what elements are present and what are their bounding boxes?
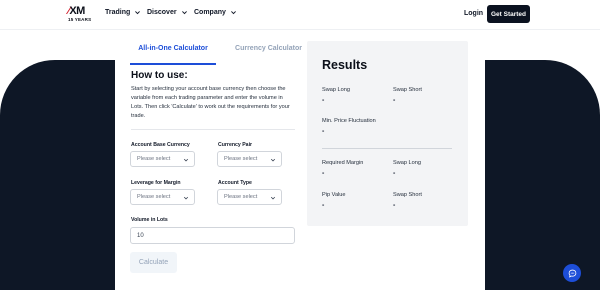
how-to-text: Start by selecting your account base cur… — [131, 86, 290, 119]
nav-discover[interactable]: Discover — [147, 9, 188, 16]
swap-long-value: - — [322, 97, 325, 104]
swap-long-label: Swap Long — [322, 87, 350, 93]
nav-trading-label: Trading — [105, 9, 131, 16]
divider — [131, 129, 295, 130]
required-margin-value: - — [322, 170, 325, 177]
xm-logo[interactable]: ⁄XM 15 YEARS — [68, 6, 98, 26]
swap-short-value: - — [393, 97, 396, 104]
swap-short-label: Swap Short — [393, 192, 422, 198]
account-base-currency-label: Account Base Currency — [131, 142, 190, 148]
site-header: ⁄XM 15 YEARS Trading Discover Company Lo… — [0, 0, 600, 30]
logo-subtitle: 15 YEARS — [68, 17, 92, 22]
nav-company[interactable]: Company — [194, 9, 237, 16]
leverage-for-margin-select[interactable]: Please select — [130, 189, 195, 205]
chat-button[interactable] — [563, 264, 581, 282]
get-started-button[interactable]: Get Started — [487, 5, 530, 23]
calculator-tabs: All-in-One Calculator Currency Calculato… — [130, 45, 302, 65]
swap-short-label: Swap Short — [393, 87, 422, 93]
account-type-select[interactable]: Please select — [217, 189, 282, 205]
leverage-for-margin-label: Leverage for Margin — [131, 180, 181, 186]
volume-in-lots-label: Volume in Lots — [131, 217, 168, 223]
login-link[interactable]: Login — [464, 10, 483, 17]
select-placeholder: Please select — [137, 194, 171, 200]
tab-all-in-one[interactable]: All-in-One Calculator — [130, 45, 216, 65]
how-to-title: How to use: — [131, 70, 188, 81]
chevron-down-icon — [230, 11, 236, 15]
volume-in-lots-input[interactable]: 10 — [130, 227, 295, 244]
chevron-down-icon — [183, 158, 189, 162]
account-type-label: Account Type — [218, 180, 252, 186]
tab-currency[interactable]: Currency Calculator — [216, 45, 321, 65]
account-base-currency-select[interactable]: Please select — [130, 151, 195, 167]
required-margin-label: Required Margin — [322, 160, 364, 166]
chevron-down-icon — [270, 158, 276, 162]
chevron-down-icon — [270, 196, 276, 200]
swap-short-value: - — [393, 202, 396, 209]
pip-value-label: Pip Value — [322, 192, 346, 198]
calculator-card: All-in-One Calculator Currency Calculato… — [115, 30, 485, 290]
nav-trading[interactable]: Trading — [105, 9, 141, 16]
chat-icon — [568, 269, 576, 278]
results-title: Results — [322, 58, 368, 72]
results-panel: Results Swap Long - Swap Short - Min. Pr… — [307, 41, 468, 226]
swap-long-value: - — [393, 170, 396, 177]
swap-long-label: Swap Long — [393, 160, 421, 166]
select-placeholder: Please select — [224, 194, 258, 200]
select-placeholder: Please select — [224, 156, 258, 162]
select-placeholder: Please select — [137, 156, 171, 162]
logo-mark: ⁄XM — [68, 5, 85, 17]
calculate-button[interactable]: Calculate — [130, 252, 177, 273]
currency-pair-label: Currency Pair — [218, 142, 253, 148]
nav-company-label: Company — [194, 9, 226, 16]
pip-value-value: - — [322, 202, 325, 209]
min-price-fluctuation-label: Min. Price Fluctuation — [322, 118, 376, 124]
currency-pair-select[interactable]: Please select — [217, 151, 282, 167]
chevron-down-icon — [135, 11, 141, 15]
min-price-fluctuation-value: - — [322, 128, 325, 135]
chevron-down-icon — [183, 196, 189, 200]
nav-discover-label: Discover — [147, 9, 177, 16]
chevron-down-icon — [181, 11, 187, 15]
results-divider — [322, 148, 452, 149]
